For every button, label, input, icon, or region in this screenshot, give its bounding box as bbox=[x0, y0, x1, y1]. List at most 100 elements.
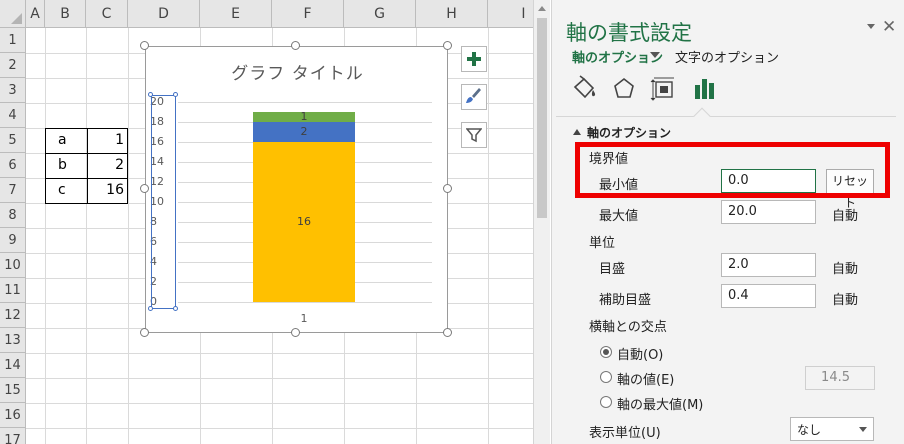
tab-text-options[interactable]: 文字のオプション bbox=[675, 47, 779, 66]
chart-styles-button[interactable] bbox=[461, 84, 487, 110]
chart-title[interactable]: グラフ タイトル bbox=[146, 59, 449, 84]
resize-handle[interactable] bbox=[443, 328, 452, 337]
cell-b7[interactable]: c bbox=[54, 178, 70, 203]
column-header-g[interactable]: G bbox=[344, 0, 416, 28]
grid-line bbox=[26, 403, 533, 404]
vertical-scrollbar[interactable] bbox=[533, 0, 550, 444]
fill-line-button[interactable] bbox=[570, 75, 598, 103]
row-header-8[interactable]: 8 bbox=[0, 203, 26, 228]
axis-handle[interactable] bbox=[148, 92, 153, 97]
row-header-17[interactable]: 17 bbox=[0, 428, 26, 444]
axis-options-button[interactable] bbox=[691, 75, 719, 103]
radio-cross-max[interactable] bbox=[600, 396, 612, 408]
data-label[interactable]: 1 bbox=[253, 111, 355, 123]
radio-cross-max-label[interactable]: 軸の最大値(M) bbox=[617, 394, 703, 413]
row-header-14[interactable]: 14 bbox=[0, 353, 26, 378]
maximum-label: 最大値 bbox=[599, 209, 639, 224]
column-header-d[interactable]: D bbox=[128, 0, 200, 28]
resize-handle[interactable] bbox=[140, 41, 149, 50]
chart-gridline bbox=[178, 302, 432, 303]
format-axis-pane: 軸の書式設定 ✕ 軸のオプション 文字のオプション 軸のオプション 境界値 最小… bbox=[551, 0, 904, 444]
resize-handle[interactable] bbox=[291, 328, 300, 337]
pane-separator-notch bbox=[693, 107, 711, 125]
resize-handle[interactable] bbox=[291, 41, 300, 50]
row-header-5[interactable]: 5 bbox=[0, 128, 26, 153]
major-unit-label: 目盛 bbox=[599, 262, 626, 277]
fill-bucket-icon bbox=[573, 75, 596, 99]
major-auto-label: 自動 bbox=[832, 262, 859, 277]
axis-handle[interactable] bbox=[173, 92, 178, 97]
row-header-1[interactable]: 1 bbox=[0, 28, 26, 53]
maximum-input[interactable]: 20.0 bbox=[721, 200, 816, 224]
data-label[interactable]: 16 bbox=[253, 216, 355, 228]
row-header-13[interactable]: 13 bbox=[0, 328, 26, 353]
radio-cross-value-label[interactable]: 軸の値(E) bbox=[617, 369, 674, 388]
resize-handle[interactable] bbox=[140, 184, 149, 193]
chart-filters-button[interactable] bbox=[461, 122, 487, 148]
minor-unit-label: 補助目盛 bbox=[599, 293, 652, 308]
cell-c6[interactable]: 2 bbox=[87, 153, 128, 178]
x-category-label[interactable]: 1 bbox=[253, 312, 355, 325]
row-header-10[interactable]: 10 bbox=[0, 253, 26, 278]
row-header-11[interactable]: 11 bbox=[0, 278, 26, 303]
radio-cross-auto[interactable] bbox=[600, 346, 612, 358]
axis-handle[interactable] bbox=[148, 306, 153, 311]
pane-separator bbox=[556, 116, 896, 117]
grid-line bbox=[26, 428, 533, 429]
radio-cross-auto-label[interactable]: 自動(O) bbox=[617, 344, 663, 363]
cell-b6[interactable]: b bbox=[54, 153, 71, 178]
data-label[interactable]: 2 bbox=[253, 126, 355, 138]
row-header-15[interactable]: 15 bbox=[0, 378, 26, 403]
grid-line bbox=[488, 28, 489, 444]
row-header-9[interactable]: 9 bbox=[0, 228, 26, 253]
axis-handle[interactable] bbox=[173, 306, 178, 311]
resize-handle[interactable] bbox=[443, 41, 452, 50]
collapse-icon[interactable] bbox=[573, 129, 581, 135]
filter-icon bbox=[466, 128, 482, 143]
corner-triangle bbox=[11, 13, 22, 24]
display-units-select[interactable]: なし bbox=[790, 417, 874, 441]
close-icon[interactable]: ✕ bbox=[882, 17, 896, 37]
highlight-box bbox=[575, 142, 890, 198]
row-header-3[interactable]: 3 bbox=[0, 78, 26, 103]
resize-handle[interactable] bbox=[140, 328, 149, 337]
cross-value-input[interactable]: 14.5 bbox=[805, 366, 875, 390]
chart-elements-button[interactable] bbox=[461, 46, 487, 72]
column-header-h[interactable]: H bbox=[416, 0, 488, 28]
column-header-c[interactable]: C bbox=[86, 0, 128, 28]
vertical-axis-selection[interactable] bbox=[151, 95, 176, 309]
column-header-a[interactable]: A bbox=[26, 0, 45, 28]
cell-c5[interactable]: 1 bbox=[87, 128, 128, 153]
cell-c7[interactable]: 16 bbox=[87, 178, 128, 203]
column-header-b[interactable]: B bbox=[45, 0, 86, 28]
grid-line bbox=[128, 28, 129, 444]
column-header-e[interactable]: E bbox=[200, 0, 272, 28]
major-unit-input[interactable]: 2.0 bbox=[721, 253, 816, 277]
section-axis-options[interactable]: 軸のオプション bbox=[587, 124, 671, 141]
pane-options-icon[interactable] bbox=[867, 24, 875, 29]
column-header-f[interactable]: F bbox=[272, 0, 344, 28]
row-header-7[interactable]: 7 bbox=[0, 178, 26, 203]
maximum-auto-label: 自動 bbox=[832, 209, 859, 224]
spreadsheet-grid[interactable]: A B C D E F G H I 1 2 3 4 5 6 7 8 9 10 1… bbox=[0, 0, 533, 444]
size-properties-button[interactable] bbox=[650, 75, 678, 103]
effects-button[interactable] bbox=[610, 75, 638, 103]
size-properties-icon bbox=[650, 77, 674, 101]
chevron-down-icon[interactable] bbox=[650, 52, 660, 58]
row-header-12[interactable]: 12 bbox=[0, 303, 26, 328]
row-header-16[interactable]: 16 bbox=[0, 403, 26, 428]
pentagon-icon bbox=[614, 77, 634, 98]
scroll-thumb[interactable] bbox=[537, 18, 547, 218]
minor-unit-input[interactable]: 0.4 bbox=[721, 284, 816, 308]
display-units-value: なし bbox=[797, 423, 822, 437]
radio-cross-value[interactable] bbox=[600, 371, 612, 383]
resize-handle[interactable] bbox=[443, 184, 452, 193]
select-all-corner[interactable] bbox=[0, 0, 26, 28]
row-header-4[interactable]: 4 bbox=[0, 103, 26, 128]
row-header-6[interactable]: 6 bbox=[0, 153, 26, 178]
chevron-down-icon bbox=[859, 427, 867, 432]
cell-b5[interactable]: a bbox=[54, 128, 71, 153]
row-header-2[interactable]: 2 bbox=[0, 53, 26, 78]
scroll-up-icon[interactable] bbox=[538, 6, 546, 11]
column-header-i[interactable]: I bbox=[488, 0, 533, 28]
